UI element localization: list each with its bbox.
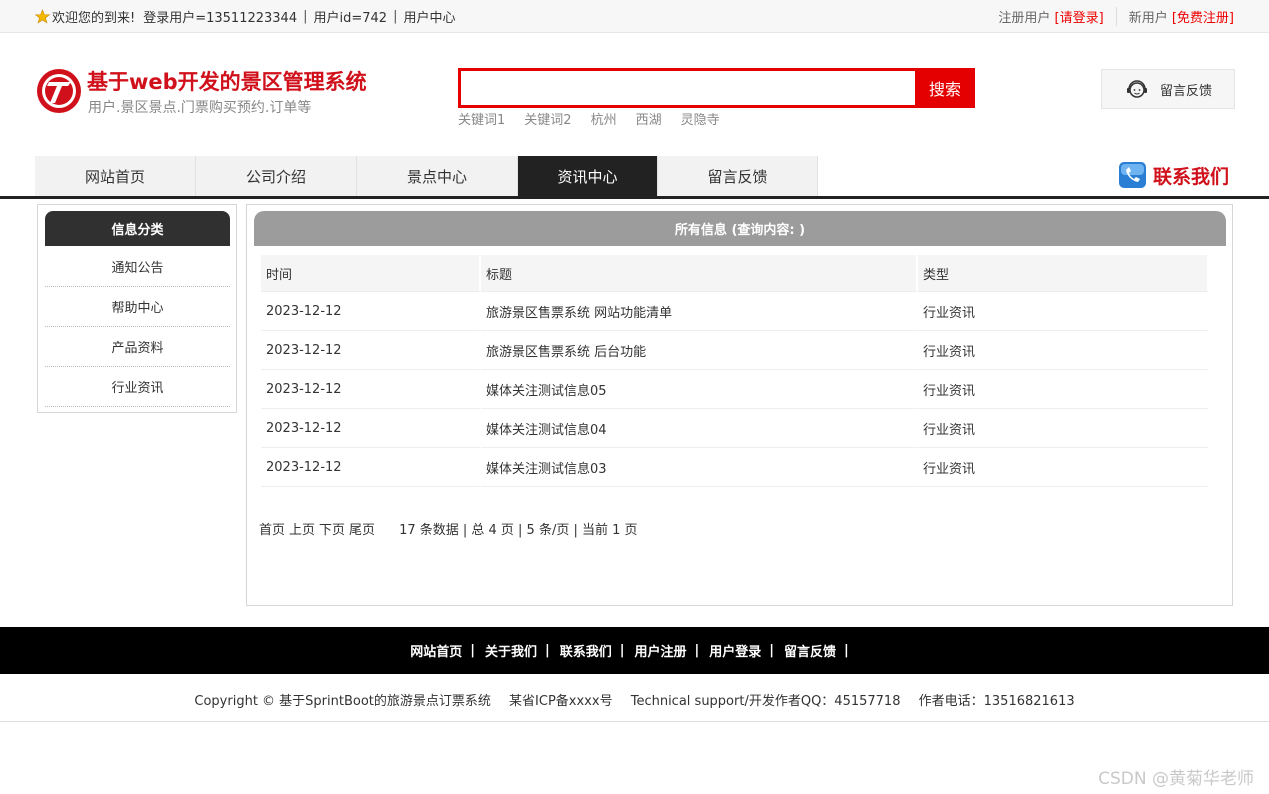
category-list: 通知公告 帮助中心 产品资料 行业资讯: [45, 247, 230, 407]
column-header-type: 类型: [918, 255, 1209, 292]
register-link[interactable]: [免费注册]: [1172, 11, 1234, 26]
footer-link-register[interactable]: 用户注册: [635, 641, 687, 660]
column-header-title: 标题: [481, 255, 918, 292]
site-subtitle: 用户.景区景点.门票购买预约.订单等: [88, 100, 312, 116]
category-sidebar: 信息分类 通知公告 帮助中心 产品资料 行业资讯: [37, 204, 237, 413]
column-header-time: 时间: [261, 255, 481, 292]
login-user-text: 登录用户=13511223344: [143, 11, 298, 26]
info-list-panel: 所有信息 (查询内容: ) 时间 标题 类型 2023-12-12 旅游景区售票…: [246, 204, 1233, 606]
cell-type: 行业资讯: [918, 370, 1209, 409]
contact-us-label: 联系我们: [1153, 165, 1230, 188]
cell-title-link[interactable]: 旅游景区售票系统 后台功能: [481, 331, 918, 370]
footer-link-about[interactable]: 关于我们: [485, 641, 537, 660]
panel-title: 所有信息 (查询内容: ): [254, 211, 1226, 246]
footer-link-home[interactable]: 网站首页: [410, 641, 462, 660]
search-bar: 搜索: [458, 68, 975, 108]
keyword-link[interactable]: 关键词2: [524, 109, 571, 128]
register-user-label: 注册用户: [998, 11, 1051, 26]
keyword-link[interactable]: 关键词1: [458, 109, 505, 128]
keyword-link[interactable]: 灵隐寺: [681, 109, 720, 128]
sidebar-title: 信息分类: [45, 211, 230, 246]
nav-item-news[interactable]: 资讯中心: [518, 156, 658, 196]
feedback-button[interactable]: 留言反馈: [1101, 69, 1235, 109]
cell-type: 行业资讯: [918, 409, 1209, 448]
nav-item-home[interactable]: 网站首页: [35, 156, 196, 196]
pager-next-link[interactable]: 下页: [319, 519, 345, 538]
icp-text: 某省ICP备xxxx号: [509, 694, 613, 709]
sidebar-item-help[interactable]: 帮助中心: [45, 287, 230, 327]
footer-link-feedback[interactable]: 留言反馈: [784, 641, 836, 660]
table-row: 2023-12-12 媒体关注测试信息04 行业资讯: [261, 409, 1209, 448]
table-row: 2023-12-12 媒体关注测试信息03 行业资讯: [261, 448, 1209, 487]
footer-divider: [0, 721, 1269, 722]
site-title: 基于web开发的景区管理系统: [87, 70, 367, 94]
keyword-link[interactable]: 西湖: [636, 109, 662, 128]
footer-link-contact[interactable]: 联系我们: [560, 641, 612, 660]
user-id-text: 用户id=742: [313, 11, 388, 26]
user-center-link[interactable]: 用户中心: [403, 7, 455, 26]
info-table: 时间 标题 类型 2023-12-12 旅游景区售票系统 网站功能清单 行业资讯…: [261, 255, 1209, 487]
table-row: 2023-12-12 旅游景区售票系统 后台功能 行业资讯: [261, 331, 1209, 370]
hot-keywords: 关键词1 关键词2 杭州 西湖 灵隐寺: [458, 109, 720, 128]
nav-divider: [0, 196, 1269, 199]
pager-summary: 17 条数据 | 总 4 页 | 5 条/页 | 当前 1 页: [399, 523, 638, 538]
table-row: 2023-12-12 旅游景区售票系统 网站功能清单 行业资讯: [261, 292, 1209, 331]
nav-item-attractions[interactable]: 景点中心: [357, 156, 518, 196]
star-icon: [35, 9, 50, 24]
keyword-link[interactable]: 杭州: [591, 109, 617, 128]
feedback-label: 留言反馈: [1160, 83, 1213, 99]
pager-first-link[interactable]: 首页: [259, 519, 285, 538]
cell-time: 2023-12-12: [261, 448, 481, 487]
site-logo[interactable]: [35, 67, 83, 115]
cell-title-link[interactable]: 媒体关注测试信息03: [481, 448, 918, 487]
main-nav: 网站首页 公司介绍 景点中心 资讯中心 留言反馈: [35, 156, 818, 196]
table-header-row: 时间 标题 类型: [261, 255, 1209, 292]
footer-link-login[interactable]: 用户登录: [709, 641, 761, 660]
new-user-label: 新用户: [1128, 11, 1168, 26]
cell-time: 2023-12-12: [261, 331, 481, 370]
cell-title-link[interactable]: 媒体关注测试信息05: [481, 370, 918, 409]
cell-time: 2023-12-12: [261, 292, 481, 331]
support-text: Technical support/开发作者QQ：45157718: [630, 694, 901, 709]
copyright-text: Copyright © 基于SprintBoot的旅游景点订票系统: [194, 694, 491, 709]
top-bar: 欢迎您的到来! 登录用户=13511223344 | 用户id=742 | 用户…: [0, 0, 1269, 33]
pager-last-link[interactable]: 尾页: [349, 519, 375, 538]
account-links: 注册用户 [请登录] 新用户 [免费注册]: [986, 7, 1234, 26]
cell-title-link[interactable]: 媒体关注测试信息04: [481, 409, 918, 448]
cell-time: 2023-12-12: [261, 370, 481, 409]
nav-item-company[interactable]: 公司介绍: [196, 156, 357, 196]
welcome-area: 欢迎您的到来! 登录用户=13511223344 | 用户id=742 | 用户…: [35, 7, 455, 26]
customer-service-icon: [1127, 80, 1147, 98]
sidebar-item-product[interactable]: 产品资料: [45, 327, 230, 367]
cell-time: 2023-12-12: [261, 409, 481, 448]
watermark: CSDN @黄菊华老师: [1098, 769, 1254, 789]
search-input[interactable]: [461, 71, 915, 105]
nav-item-feedback[interactable]: 留言反馈: [658, 156, 818, 196]
footer-nav: 网站首页 | 关于我们 | 联系我们 | 用户注册 | 用户登录 | 留言反馈 |: [0, 627, 1269, 674]
cell-type: 行业资讯: [918, 331, 1209, 370]
contact-us-link[interactable]: 联系我们: [1118, 161, 1229, 189]
login-link[interactable]: [请登录]: [1055, 11, 1104, 26]
cell-type: 行业资讯: [918, 448, 1209, 487]
cell-type: 行业资讯: [918, 292, 1209, 331]
copyright-line: Copyright © 基于SprintBoot的旅游景点订票系统 某省ICP备…: [0, 690, 1269, 709]
sidebar-item-industry[interactable]: 行业资讯: [45, 367, 230, 407]
table-row: 2023-12-12 媒体关注测试信息05 行业资讯: [261, 370, 1209, 409]
cell-title-link[interactable]: 旅游景区售票系统 网站功能清单: [481, 292, 918, 331]
pagination: 首页 上页 下页 尾页 17 条数据 | 总 4 页 | 5 条/页 | 当前 …: [259, 519, 638, 538]
sidebar-item-notice[interactable]: 通知公告: [45, 247, 230, 287]
phone-text: 作者电话：13516821613: [918, 694, 1075, 709]
pager-prev-link[interactable]: 上页: [289, 519, 315, 538]
welcome-text: 欢迎您的到来!: [52, 11, 136, 26]
search-button[interactable]: 搜索: [915, 68, 975, 108]
phone-icon: [1119, 162, 1146, 188]
